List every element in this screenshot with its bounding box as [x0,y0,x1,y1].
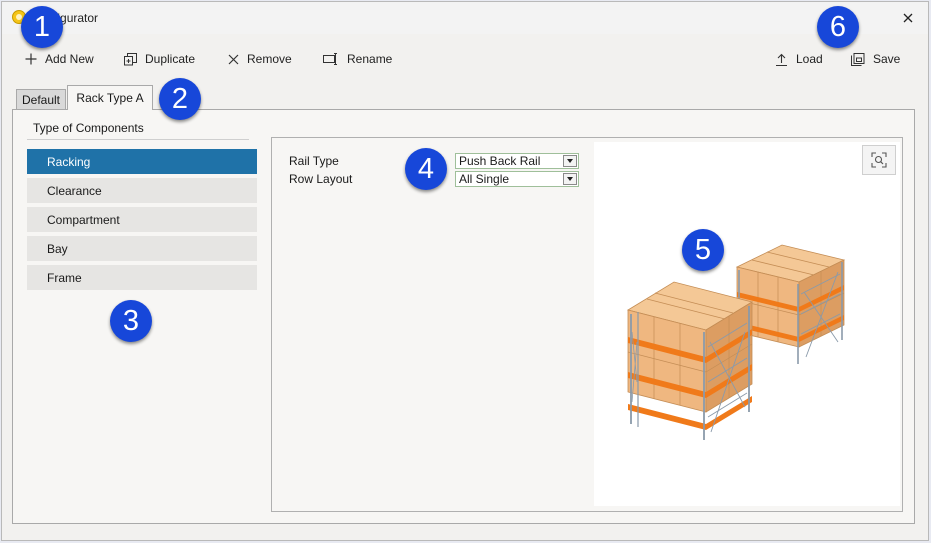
load-label: Load [796,52,823,66]
close-button[interactable] [896,6,920,30]
row-layout-dropdown[interactable]: All Single [455,171,579,187]
component-item-racking[interactable]: Racking [27,149,257,174]
annotation-badge-3: 3 [110,300,152,342]
rename-button[interactable]: Rename [323,50,392,68]
tab-rack-type-a[interactable]: Rack Type A [67,85,153,110]
tab-rack-type-a-label: Rack Type A [76,91,144,105]
duplicate-icon [124,52,137,65]
save-label: Save [873,52,901,66]
zoom-fit-button[interactable] [862,145,896,175]
close-icon [903,13,913,23]
list-item-label: Clearance [47,183,102,198]
plus-icon [25,53,37,65]
load-button[interactable]: Load [775,50,823,68]
rail-type-value: Push Back Rail [459,154,541,168]
rack-unit-back [735,244,846,364]
add-new-button[interactable]: Add New [25,50,94,68]
list-item-label: Frame [47,270,82,285]
chevron-down-icon [563,155,577,167]
remove-label: Remove [247,52,292,66]
list-item-label: Compartment [47,212,120,227]
duplicate-button[interactable]: Duplicate [124,50,195,68]
row-layout-label: Row Layout [289,172,353,186]
annotation-badge-1: 1 [21,6,63,48]
rail-type-dropdown[interactable]: Push Back Rail [455,153,579,169]
component-item-clearance[interactable]: Clearance [27,178,257,203]
rename-icon [323,53,337,65]
rename-label: Rename [347,52,393,66]
tab-default[interactable]: Default [16,89,66,109]
save-button[interactable]: Save [851,50,900,68]
components-divider [27,139,249,140]
components-title: Type of Components [33,121,144,135]
rack-3d-preview[interactable] [594,142,900,506]
remove-button[interactable]: Remove [228,50,292,68]
zoom-fit-icon [871,152,887,168]
annotation-badge-4: 4 [405,148,447,190]
rack-unit-front [626,281,754,440]
rail-type-label: Rail Type [289,154,339,168]
save-icon [851,52,865,66]
title-bar: Configurator [2,2,928,34]
annotation-badge-5: 5 [682,229,724,271]
component-item-bay[interactable]: Bay [27,236,257,261]
add-new-label: Add New [45,52,94,66]
list-item-label: Racking [47,154,91,169]
upload-icon [776,53,787,66]
tab-default-label: Default [21,92,61,107]
component-item-compartment[interactable]: Compartment [27,207,257,232]
rack-illustration [626,244,846,440]
chevron-down-icon [563,173,577,185]
x-icon [228,54,239,64]
annotation-badge-6: 6 [817,6,859,48]
annotation-badge-2: 2 [159,78,201,120]
duplicate-label: Duplicate [145,52,196,66]
component-item-frame[interactable]: Frame [27,265,257,290]
list-item-label: Bay [47,241,68,256]
row-layout-value: All Single [459,172,510,186]
